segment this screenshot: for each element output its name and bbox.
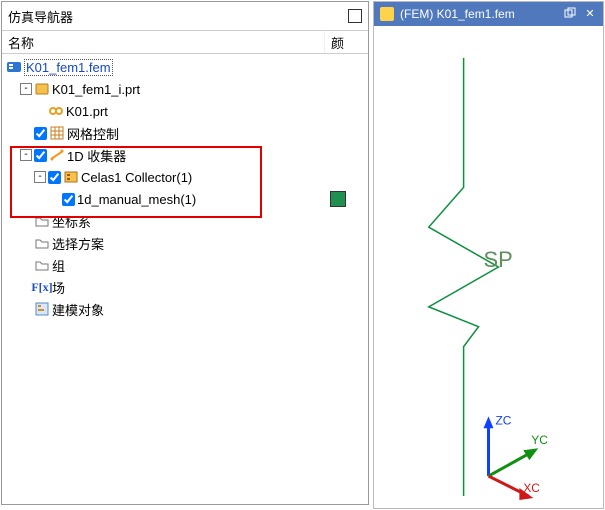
color-swatch[interactable]: [330, 191, 346, 207]
axis-y-label: YC: [531, 433, 548, 447]
modeling-icon: [34, 301, 50, 317]
collapse-icon[interactable]: -: [20, 149, 32, 161]
column-header: 名称 颜: [2, 30, 368, 54]
viewport-tab[interactable]: (FEM) K01_fem1.fem ✕: [374, 2, 603, 26]
tree-label: 场: [52, 278, 65, 297]
tree-item-1d-collector[interactable]: - 1D 收集器: [6, 144, 364, 166]
collector-1d-icon: [49, 147, 65, 163]
checkbox[interactable]: [48, 171, 61, 184]
fem-tab-icon: [380, 7, 394, 21]
tab-title: (FEM) K01_fem1.fem: [400, 7, 515, 21]
tree-label: 坐标系: [52, 212, 91, 231]
tree-item-prt-i[interactable]: - K01_fem1_i.prt: [6, 78, 364, 100]
column-name[interactable]: 名称: [2, 31, 324, 53]
tree-label: Celas1 Collector(1): [81, 170, 192, 185]
checkbox[interactable]: [62, 193, 75, 206]
tree-label: 1D 收集器: [67, 146, 126, 165]
tree-label: 选择方案: [52, 234, 104, 253]
panel-maximize-icon[interactable]: [348, 9, 362, 23]
tree-label: 1d_manual_mesh(1): [77, 192, 196, 207]
sp-label: SP: [484, 247, 513, 272]
tree-item-modeling-objects[interactable]: 建模对象: [6, 298, 364, 320]
axis-z-label: ZC: [495, 413, 511, 427]
tree-label: K01_fem1_i.prt: [52, 82, 140, 97]
checkbox[interactable]: [34, 127, 47, 140]
field-icon: F[x]: [34, 279, 50, 295]
tree-label: 网格控制: [67, 124, 119, 143]
axis-x-label: XC: [523, 481, 540, 495]
tree-label: K01.prt: [66, 104, 108, 119]
link-icon: [48, 103, 64, 119]
tree-label: 建模对象: [52, 300, 104, 319]
folder-icon: [34, 213, 50, 229]
tab-close-icon[interactable]: ✕: [583, 7, 597, 21]
tree-item-mesh-control[interactable]: 网格控制: [6, 122, 364, 144]
column-color[interactable]: 颜: [324, 31, 368, 53]
tree-item-selection-scheme[interactable]: 选择方案: [6, 232, 364, 254]
collapse-icon[interactable]: -: [34, 171, 46, 183]
tree-label: K01_fem1.fem: [24, 59, 113, 76]
tree-item-fem-root[interactable]: K01_fem1.fem: [6, 56, 364, 78]
folder-icon: [34, 235, 50, 251]
folder-icon: [34, 257, 50, 273]
triad[interactable]: ZC YC XC: [484, 413, 549, 500]
part-icon: [34, 81, 50, 97]
fem-icon: [6, 59, 22, 75]
celas-icon: [63, 169, 79, 185]
tree-item-celas-collector[interactable]: - Celas1 Collector(1): [6, 166, 364, 188]
mesh-control-icon: [49, 125, 65, 141]
collapse-icon[interactable]: -: [20, 83, 32, 95]
viewport-panel: (FEM) K01_fem1.fem ✕ SP ZC YC: [373, 1, 604, 509]
tab-restore-icon[interactable]: [563, 7, 577, 21]
tree-item-prt[interactable]: K01.prt: [6, 100, 364, 122]
tree-item-coord[interactable]: 坐标系: [6, 210, 364, 232]
tree-item-field[interactable]: F[x] 场: [6, 276, 364, 298]
tree-item-manual-mesh[interactable]: 1d_manual_mesh(1): [6, 188, 364, 210]
tree: K01_fem1.fem - K01_fem1_i.prt K01.prt: [2, 54, 368, 504]
tree-label: 组: [52, 256, 65, 275]
simulation-navigator-panel: 仿真导航器 名称 颜 K01_fem1.fem - K01_fe: [1, 1, 369, 505]
checkbox[interactable]: [34, 149, 47, 162]
panel-title: 仿真导航器: [8, 7, 73, 26]
tree-item-group[interactable]: 组: [6, 254, 364, 276]
viewport-3d[interactable]: SP ZC YC XC: [374, 26, 603, 508]
